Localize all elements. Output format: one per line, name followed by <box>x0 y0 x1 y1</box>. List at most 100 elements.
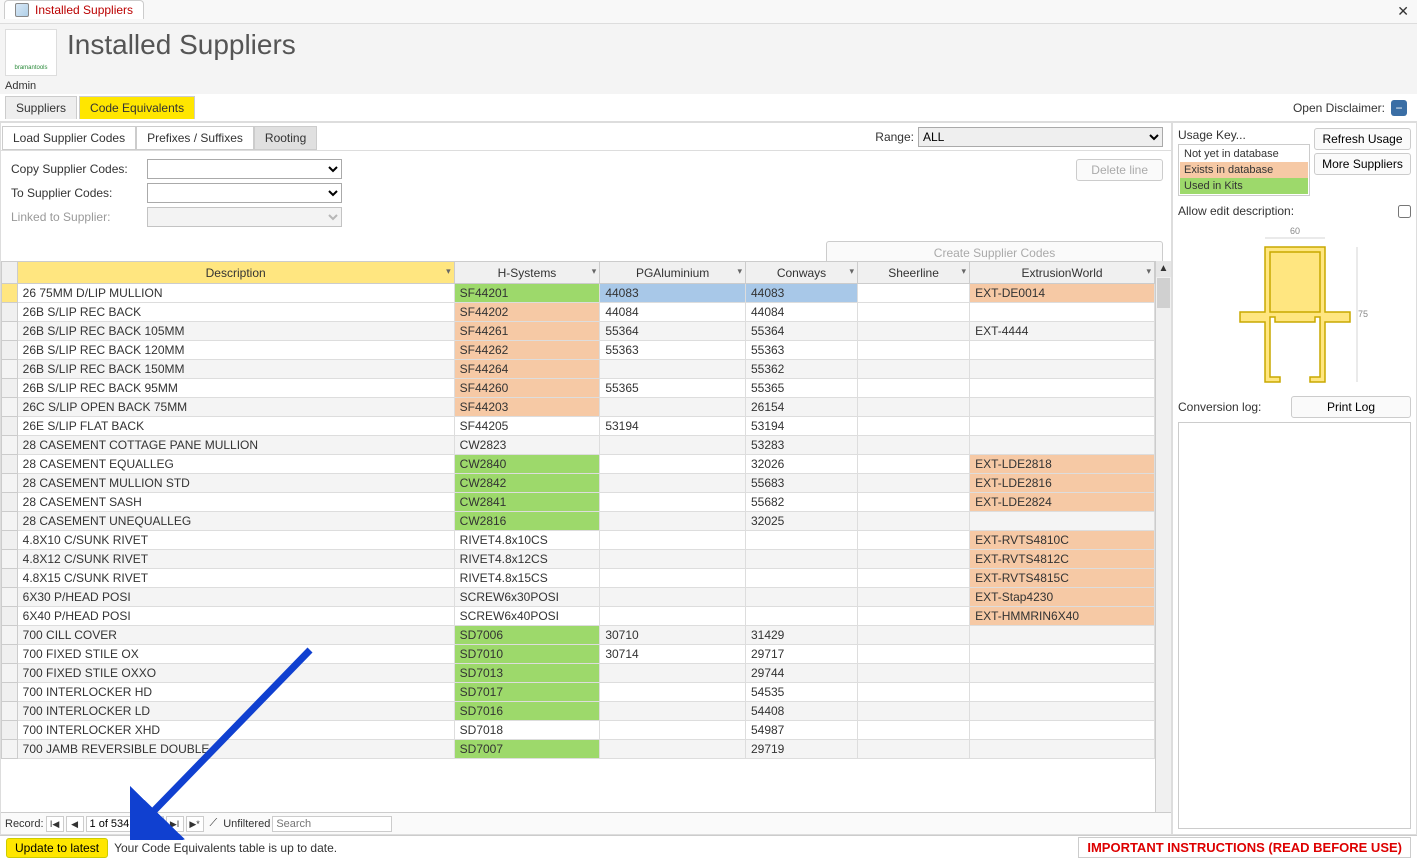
col-pgaluminium[interactable]: PGAluminium▾ <box>600 262 746 284</box>
record-position[interactable] <box>86 816 144 832</box>
cell[interactable]: RIVET4.8x12CS <box>454 550 600 569</box>
update-to-latest-button[interactable]: Update to latest <box>6 838 108 858</box>
col-sheerline[interactable]: Sheerline▾ <box>858 262 970 284</box>
cell[interactable] <box>858 493 970 512</box>
cell[interactable] <box>970 436 1155 455</box>
cell[interactable]: 26E S/LIP FLAT BACK <box>17 417 454 436</box>
cell[interactable]: 32025 <box>745 512 857 531</box>
cell[interactable] <box>600 493 746 512</box>
cell[interactable] <box>858 436 970 455</box>
cell[interactable]: 28 CASEMENT MULLION STD <box>17 474 454 493</box>
cell[interactable]: CW2823 <box>454 436 600 455</box>
row-header[interactable] <box>2 303 18 322</box>
row-header[interactable] <box>2 379 18 398</box>
cell[interactable]: SF44264 <box>454 360 600 379</box>
cell[interactable] <box>600 569 746 588</box>
table-row[interactable]: 26B S/LIP REC BACK 95MMSF442605536555365 <box>2 379 1155 398</box>
row-header[interactable] <box>2 626 18 645</box>
table-row[interactable]: 28 CASEMENT SASHCW284155682EXT-LDE2824 <box>2 493 1155 512</box>
cell[interactable]: 53283 <box>745 436 857 455</box>
equivalents-grid[interactable]: Description▾ H-Systems▾ PGAluminium▾ Con… <box>1 261 1155 759</box>
row-header[interactable] <box>2 322 18 341</box>
important-instructions[interactable]: IMPORTANT INSTRUCTIONS (READ BEFORE USE) <box>1078 837 1411 858</box>
cell[interactable]: EXT-LDE2824 <box>970 493 1155 512</box>
cell[interactable] <box>970 379 1155 398</box>
record-search[interactable] <box>272 816 392 832</box>
table-row[interactable]: 700 FIXED STILE OXSD70103071429717 <box>2 645 1155 664</box>
cell[interactable]: 55364 <box>745 322 857 341</box>
row-header[interactable] <box>2 645 18 664</box>
col-description[interactable]: Description▾ <box>17 262 454 284</box>
cell[interactable] <box>745 550 857 569</box>
row-header[interactable] <box>2 341 18 360</box>
delete-line-button[interactable]: Delete line <box>1076 159 1163 181</box>
cell[interactable]: 53194 <box>745 417 857 436</box>
cell[interactable] <box>858 607 970 626</box>
cell[interactable]: SD7016 <box>454 702 600 721</box>
cell[interactable] <box>600 702 746 721</box>
col-conways[interactable]: Conways▾ <box>745 262 857 284</box>
cell[interactable]: SD7018 <box>454 721 600 740</box>
cell[interactable]: SF44205 <box>454 417 600 436</box>
cell[interactable]: 26C S/LIP OPEN BACK 75MM <box>17 398 454 417</box>
filter-icon[interactable]: ▾ <box>446 266 451 277</box>
cell[interactable]: EXT-4444 <box>970 322 1155 341</box>
cell[interactable] <box>858 740 970 759</box>
cell[interactable] <box>858 664 970 683</box>
refresh-usage-button[interactable]: Refresh Usage <box>1314 128 1411 150</box>
col-hsystems[interactable]: H-Systems▾ <box>454 262 600 284</box>
row-header[interactable] <box>2 531 18 550</box>
cell[interactable]: 26B S/LIP REC BACK 105MM <box>17 322 454 341</box>
row-header[interactable] <box>2 474 18 493</box>
cell[interactable]: 44083 <box>745 284 857 303</box>
cell[interactable]: CW2841 <box>454 493 600 512</box>
cell[interactable]: RIVET4.8x10CS <box>454 531 600 550</box>
cell[interactable]: EXT-LDE2818 <box>970 455 1155 474</box>
table-row[interactable]: 4.8X15 C/SUNK RIVETRIVET4.8x15CSEXT-RVTS… <box>2 569 1155 588</box>
cell[interactable]: 700 CILL COVER <box>17 626 454 645</box>
cell[interactable]: EXT-RVTS4815C <box>970 569 1155 588</box>
cell[interactable] <box>858 550 970 569</box>
table-row[interactable]: 700 INTERLOCKER HDSD701754535 <box>2 683 1155 702</box>
cell[interactable]: SD7007 <box>454 740 600 759</box>
conversion-log-box[interactable] <box>1178 422 1411 829</box>
cell[interactable] <box>858 322 970 341</box>
table-row[interactable]: 26B S/LIP REC BACK 120MMSF44262553635536… <box>2 341 1155 360</box>
cell[interactable] <box>745 607 857 626</box>
cell[interactable]: 29744 <box>745 664 857 683</box>
cell[interactable]: SF44261 <box>454 322 600 341</box>
row-header[interactable] <box>2 550 18 569</box>
cell[interactable] <box>600 436 746 455</box>
cell[interactable]: EXT-DE0014 <box>970 284 1155 303</box>
cell[interactable] <box>600 607 746 626</box>
cell[interactable] <box>858 512 970 531</box>
cell[interactable] <box>858 303 970 322</box>
row-header[interactable] <box>2 721 18 740</box>
cell[interactable] <box>970 721 1155 740</box>
table-row[interactable]: 700 FIXED STILE OXXOSD701329744 <box>2 664 1155 683</box>
range-select[interactable]: ALL <box>918 127 1163 147</box>
cell[interactable]: 55362 <box>745 360 857 379</box>
cell[interactable] <box>970 417 1155 436</box>
cell[interactable] <box>858 341 970 360</box>
nav-prev-icon[interactable]: ◀ <box>66 816 84 832</box>
cell[interactable]: CW2842 <box>454 474 600 493</box>
cell[interactable] <box>858 379 970 398</box>
cell[interactable] <box>970 360 1155 379</box>
row-header[interactable] <box>2 512 18 531</box>
cell[interactable] <box>858 683 970 702</box>
cell[interactable]: 55683 <box>745 474 857 493</box>
cell[interactable]: 44084 <box>745 303 857 322</box>
disclaimer-toggle[interactable]: − <box>1391 100 1407 116</box>
cell[interactable]: SD7006 <box>454 626 600 645</box>
row-header[interactable] <box>2 455 18 474</box>
row-header[interactable] <box>2 740 18 759</box>
to-supplier-select[interactable] <box>147 183 342 203</box>
cell[interactable]: EXT-LDE2816 <box>970 474 1155 493</box>
row-header[interactable] <box>2 588 18 607</box>
table-row[interactable]: 26C S/LIP OPEN BACK 75MMSF4420326154 <box>2 398 1155 417</box>
cell[interactable]: 29719 <box>745 740 857 759</box>
table-row[interactable]: 6X30 P/HEAD POSISCREW6x30POSIEXT-Stap423… <box>2 588 1155 607</box>
table-row[interactable]: 26 75MM D/LIP MULLIONSF442014408344083EX… <box>2 284 1155 303</box>
cell[interactable]: CW2840 <box>454 455 600 474</box>
